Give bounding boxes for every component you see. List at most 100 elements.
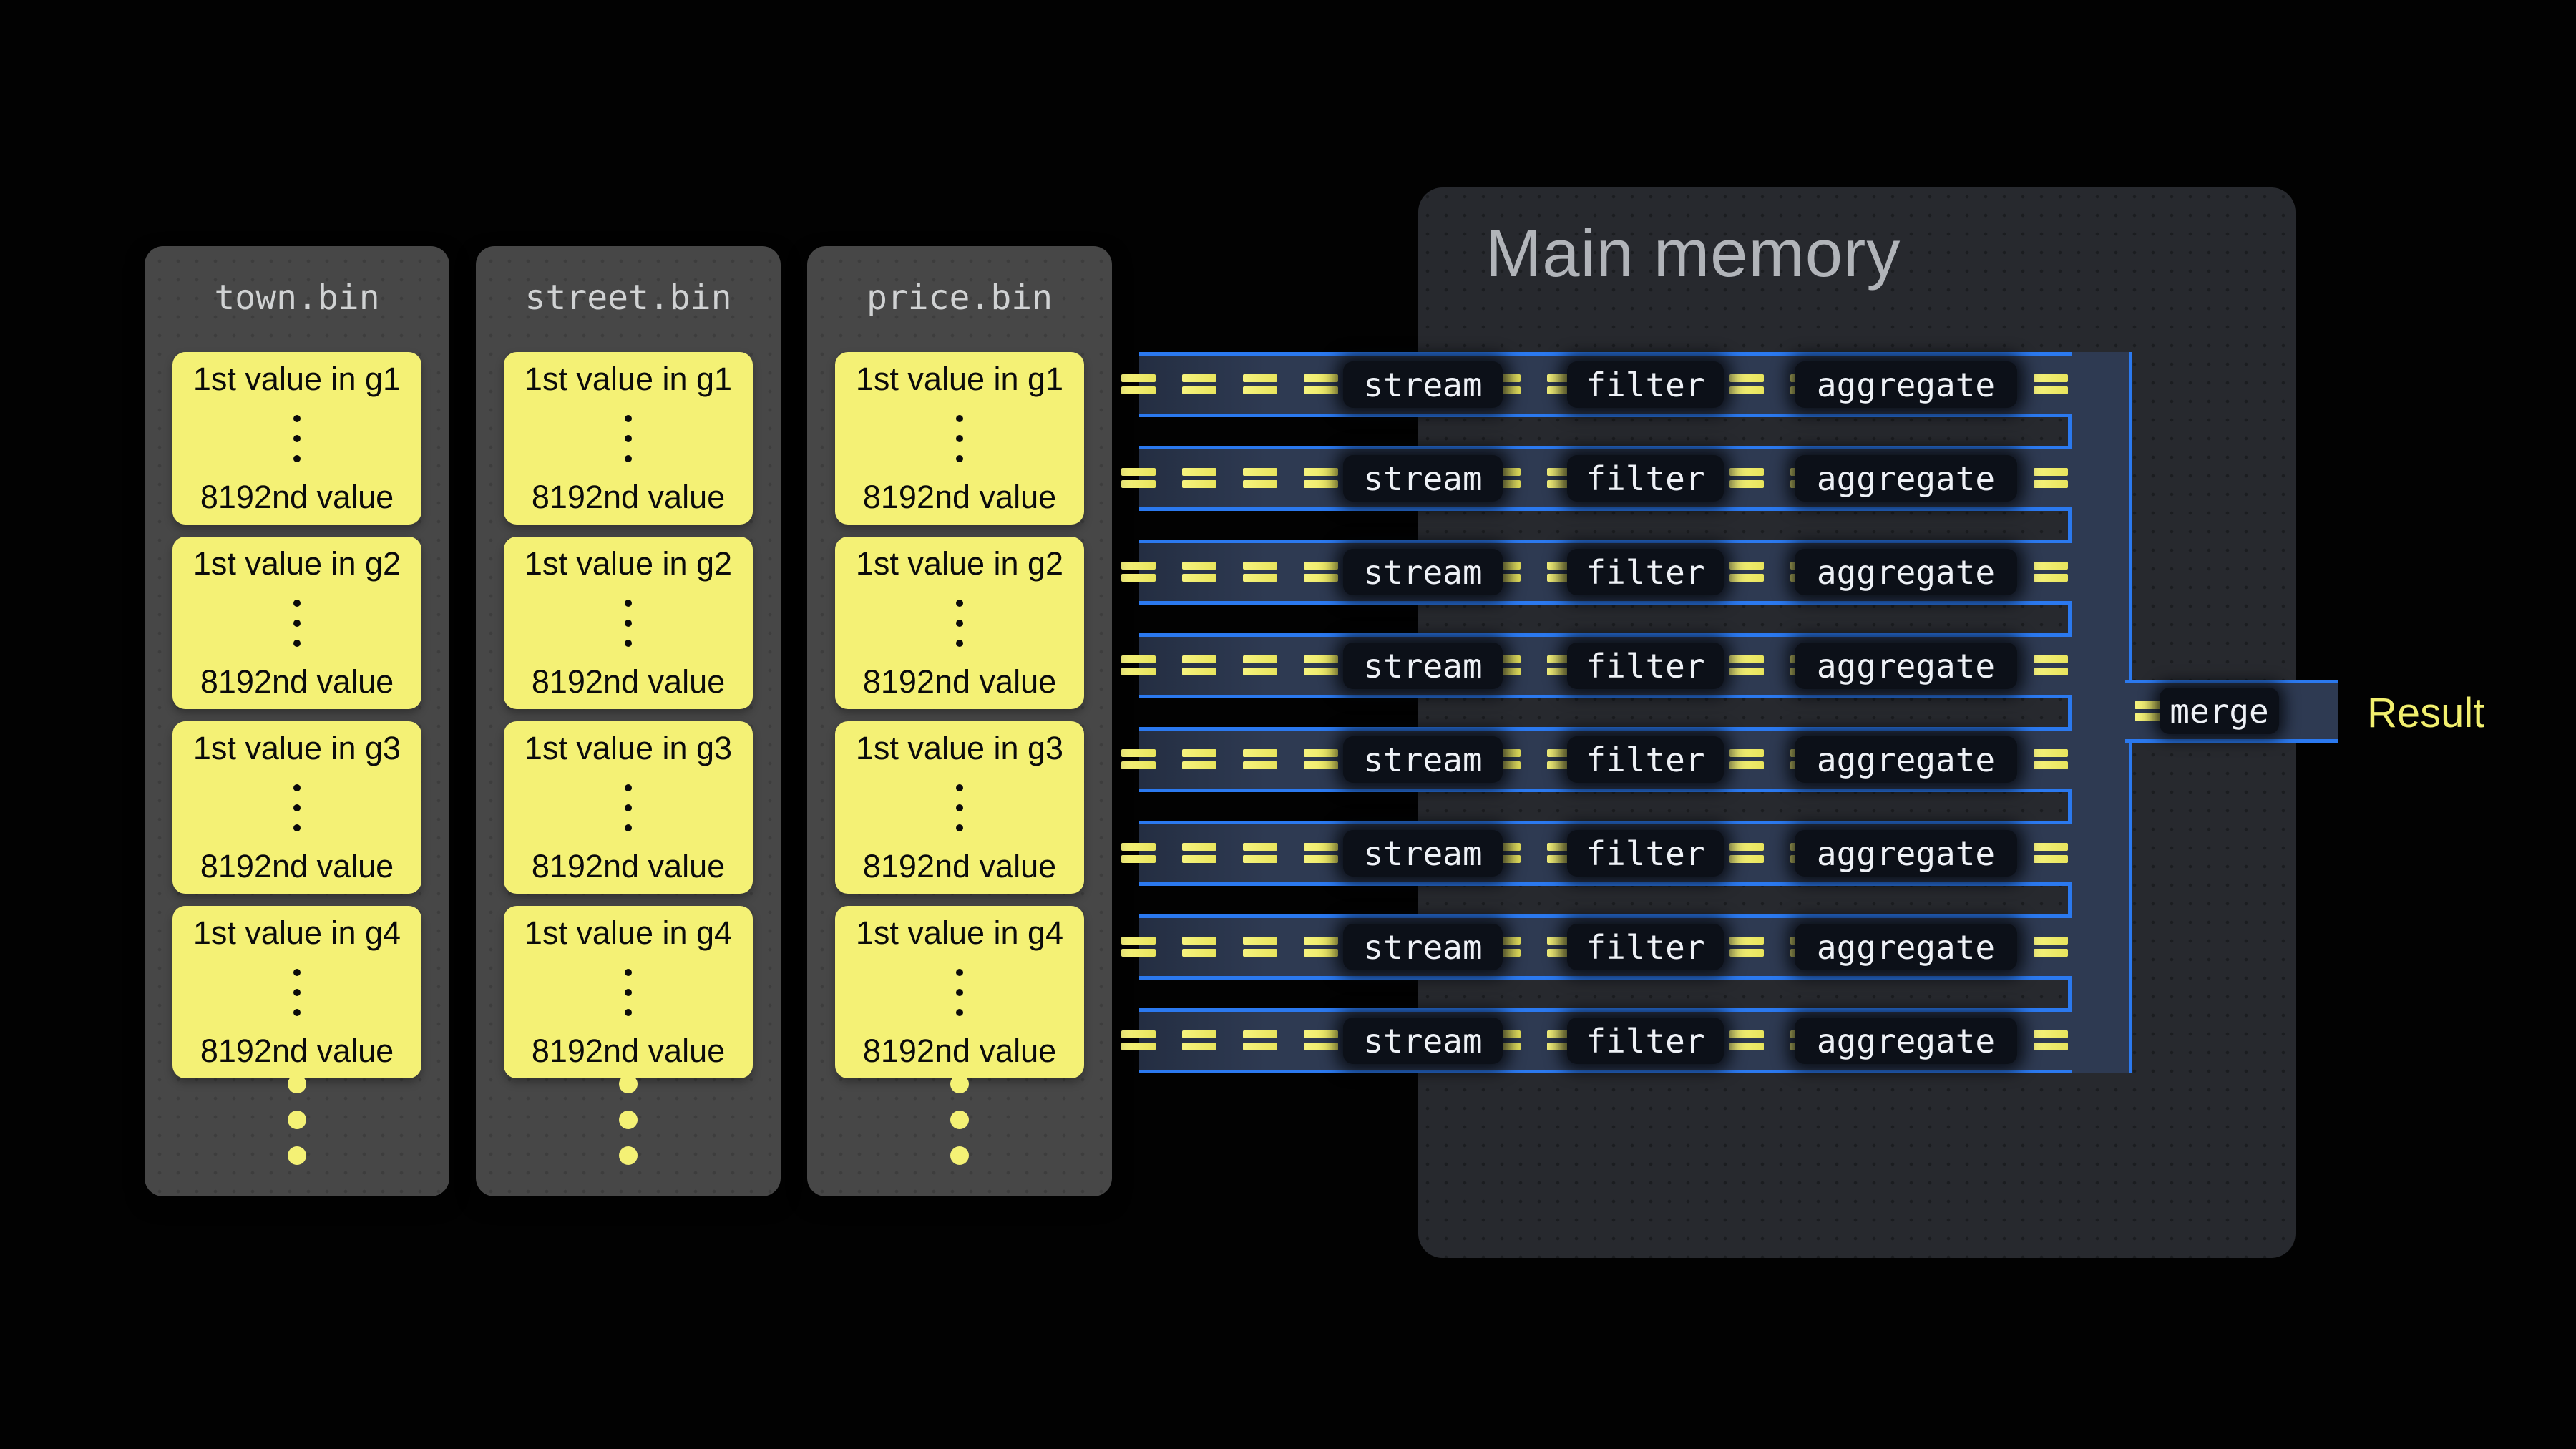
data-chunk-icon	[1121, 562, 1156, 582]
data-chunk-icon	[1243, 374, 1277, 394]
dot	[625, 804, 632, 811]
data-chunk-icon	[1304, 374, 1338, 394]
data-chunk-icon	[1729, 937, 1764, 957]
dot	[619, 1146, 638, 1165]
data-chunk-icon	[1729, 562, 1764, 582]
data-chunk-icon	[1243, 1030, 1277, 1050]
vertical-ellipsis-icon	[625, 415, 632, 462]
data-chunk-icon	[1304, 937, 1338, 957]
data-chunk-icon	[1243, 749, 1277, 769]
data-chunk-icon	[1182, 468, 1216, 488]
filter-box: filter	[1567, 455, 1724, 502]
dot	[950, 1075, 969, 1093]
data-chunk-icon	[2034, 655, 2068, 675]
vertical-ellipsis-icon	[293, 600, 301, 647]
dot	[293, 824, 301, 831]
dot	[293, 989, 301, 996]
data-chunk-icon	[1729, 374, 1764, 394]
file-name-label: town.bin	[145, 278, 449, 318]
data-chunk-icon	[1121, 374, 1156, 394]
data-chunk-icon	[1729, 843, 1764, 863]
stream-box: stream	[1343, 455, 1503, 502]
value-group-block: 1st value in g3 8192nd value	[835, 721, 1084, 894]
dot	[625, 620, 632, 627]
dot	[625, 989, 632, 996]
data-chunk-icon	[1121, 843, 1156, 863]
group-first-value-label: 1st value in g1	[172, 361, 421, 398]
data-chunk-icon	[1182, 1030, 1216, 1050]
aggregate-box: aggregate	[1795, 736, 2017, 783]
value-group-block: 1st value in g4 8192nd value	[172, 906, 421, 1078]
vertical-ellipsis-icon	[956, 784, 963, 831]
vertical-ellipsis-icon	[625, 969, 632, 1016]
stream-box: stream	[1343, 643, 1503, 689]
pipeline-spine	[2068, 352, 2132, 1073]
group-first-value-label: 1st value in g4	[172, 914, 421, 952]
data-chunk-icon	[1304, 1030, 1338, 1050]
filter-box: filter	[1567, 736, 1724, 783]
more-groups-ellipsis-icon	[950, 1075, 969, 1165]
dot	[625, 640, 632, 647]
vertical-ellipsis-icon	[956, 969, 963, 1016]
vertical-ellipsis-icon	[293, 969, 301, 1016]
aggregate-box: aggregate	[1795, 830, 2017, 877]
merge-band: merge	[2125, 680, 2338, 743]
value-group-block: 1st value in g3 8192nd value	[504, 721, 753, 894]
vertical-ellipsis-icon	[625, 600, 632, 647]
pipeline-row-6: streamfilteraggregate	[1139, 821, 2072, 886]
aggregate-box: aggregate	[1795, 455, 2017, 502]
group-first-value-label: 1st value in g2	[835, 545, 1084, 582]
group-last-value-label: 8192nd value	[835, 663, 1084, 701]
vertical-ellipsis-icon	[625, 784, 632, 831]
group-last-value-label: 8192nd value	[835, 479, 1084, 516]
dot	[625, 455, 632, 462]
aggregate-box: aggregate	[1795, 549, 2017, 595]
group-first-value-label: 1st value in g1	[504, 361, 753, 398]
filter-box: filter	[1567, 643, 1724, 689]
dot	[293, 969, 301, 976]
pipeline-row-4: streamfilteraggregate	[1139, 633, 2072, 698]
data-chunk-icon	[1729, 749, 1764, 769]
group-last-value-label: 8192nd value	[504, 1033, 753, 1070]
stream-box: stream	[1343, 549, 1503, 595]
value-group-block: 1st value in g2 8192nd value	[504, 537, 753, 709]
file-name-label: price.bin	[807, 278, 1112, 318]
group-first-value-label: 1st value in g2	[504, 545, 753, 582]
dot	[293, 640, 301, 647]
merge-box: merge	[2160, 688, 2279, 734]
group-last-value-label: 8192nd value	[504, 663, 753, 701]
group-last-value-label: 8192nd value	[172, 663, 421, 701]
dot	[619, 1111, 638, 1129]
data-chunk-icon	[2034, 1030, 2068, 1050]
data-chunk-icon	[2034, 374, 2068, 394]
dot	[625, 784, 632, 791]
value-group-block: 1st value in g4 8192nd value	[835, 906, 1084, 1078]
group-last-value-label: 8192nd value	[835, 1033, 1084, 1070]
more-groups-ellipsis-icon	[619, 1075, 638, 1165]
data-chunk-icon	[1243, 655, 1277, 675]
pipeline-row-1: streamfilteraggregate	[1139, 352, 2072, 417]
filter-box: filter	[1567, 1018, 1724, 1064]
data-chunk-icon	[1729, 468, 1764, 488]
data-chunk-icon	[1243, 468, 1277, 488]
dot	[956, 620, 963, 627]
data-chunk-icon	[1121, 937, 1156, 957]
stream-box: stream	[1343, 361, 1503, 408]
value-group-block: 1st value in g1 8192nd value	[835, 352, 1084, 525]
result-label: Result	[2367, 688, 2484, 737]
file-name-label: street.bin	[476, 278, 781, 318]
data-chunk-icon	[1182, 562, 1216, 582]
dot	[625, 1009, 632, 1016]
value-group-block: 1st value in g3 8192nd value	[172, 721, 421, 894]
pipeline-row-8: streamfilteraggregate	[1139, 1008, 2072, 1073]
filter-box: filter	[1567, 361, 1724, 408]
vertical-ellipsis-icon	[293, 784, 301, 831]
group-first-value-label: 1st value in g3	[504, 730, 753, 767]
dot	[288, 1111, 306, 1129]
vertical-ellipsis-icon	[293, 415, 301, 462]
data-chunk-icon	[1304, 843, 1338, 863]
more-groups-ellipsis-icon	[288, 1075, 306, 1165]
diagram-canvas: Main memory streamfilteraggregatestreamf…	[0, 0, 2576, 1449]
data-chunk-icon	[1182, 937, 1216, 957]
stream-box: stream	[1343, 736, 1503, 783]
